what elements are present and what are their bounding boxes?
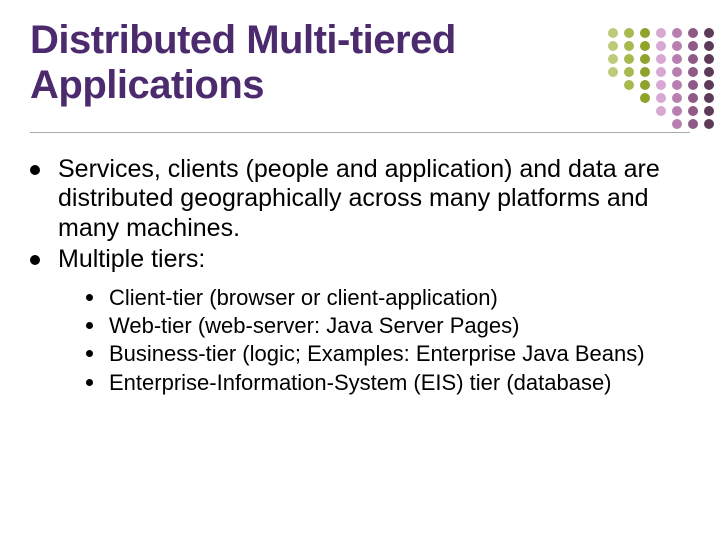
deco-column [608,28,618,77]
slide-body: Services, clients (people and applicatio… [30,155,690,397]
deco-dot [640,80,650,90]
deco-dot [656,54,666,64]
slide-title: Distributed Multi-tiered Applications [30,18,570,108]
deco-dot [656,41,666,51]
deco-dot [704,93,714,103]
deco-dot [656,28,666,38]
bullet-text: Multiple tiers: [58,245,205,275]
bullet-text: Enterprise-Information-System (EIS) tier… [109,370,612,396]
deco-dot [704,54,714,64]
deco-dot [624,41,634,51]
sub-bullet-list: Client-tier (browser or client-applicati… [86,285,690,397]
deco-column [688,28,698,129]
deco-dot [688,41,698,51]
deco-column [640,28,650,103]
deco-dot [624,67,634,77]
bullet-text: Business-tier (logic; Examples: Enterpri… [109,341,645,367]
deco-dot [640,28,650,38]
deco-dot [624,54,634,64]
bullet-level2: Business-tier (logic; Examples: Enterpri… [86,341,690,367]
bullet-icon [30,165,40,175]
deco-dot [688,67,698,77]
deco-dot [640,54,650,64]
deco-dot [656,106,666,116]
deco-dot [704,80,714,90]
deco-dot [704,41,714,51]
bullet-text: Services, clients (people and applicatio… [58,155,690,244]
deco-dot [704,106,714,116]
deco-dot [672,41,682,51]
bullet-icon [86,322,93,329]
deco-dot [608,67,618,77]
deco-dot [688,93,698,103]
deco-dot [688,119,698,129]
deco-dot [672,80,682,90]
deco-dot [608,28,618,38]
bullet-text: Client-tier (browser or client-applicati… [109,285,498,311]
bullet-level2: Enterprise-Information-System (EIS) tier… [86,370,690,396]
deco-column [672,28,682,129]
deco-dot [672,119,682,129]
deco-column [624,28,634,90]
deco-dot [688,80,698,90]
deco-dot [624,80,634,90]
bullet-level1: Multiple tiers: [30,245,690,275]
deco-dot [704,119,714,129]
deco-dot [640,41,650,51]
bullet-level2: Client-tier (browser or client-applicati… [86,285,690,311]
slide: Distributed Multi-tiered Applications Se… [0,0,720,540]
bullet-icon [86,350,93,357]
deco-dot [672,93,682,103]
deco-dot [624,28,634,38]
deco-dot [688,54,698,64]
deco-dot [640,93,650,103]
deco-dot [640,67,650,77]
bullet-text: Web-tier (web-server: Java Server Pages) [109,313,519,339]
deco-dot [608,54,618,64]
bullet-level1: Services, clients (people and applicatio… [30,155,690,244]
deco-column [656,28,666,116]
deco-dot [672,106,682,116]
title-rule [30,132,690,133]
deco-dot [656,80,666,90]
deco-dot [704,28,714,38]
deco-column [704,28,714,129]
bullet-icon [86,379,93,386]
deco-dot [672,54,682,64]
deco-dot [672,28,682,38]
deco-dot [608,41,618,51]
deco-dot [688,106,698,116]
bullet-level2: Web-tier (web-server: Java Server Pages) [86,313,690,339]
deco-dot [656,67,666,77]
deco-dot [704,67,714,77]
deco-dot [688,28,698,38]
deco-dot [672,67,682,77]
bullet-icon [86,294,93,301]
bullet-icon [30,255,40,265]
dot-decoration [584,28,714,138]
deco-dot [656,93,666,103]
